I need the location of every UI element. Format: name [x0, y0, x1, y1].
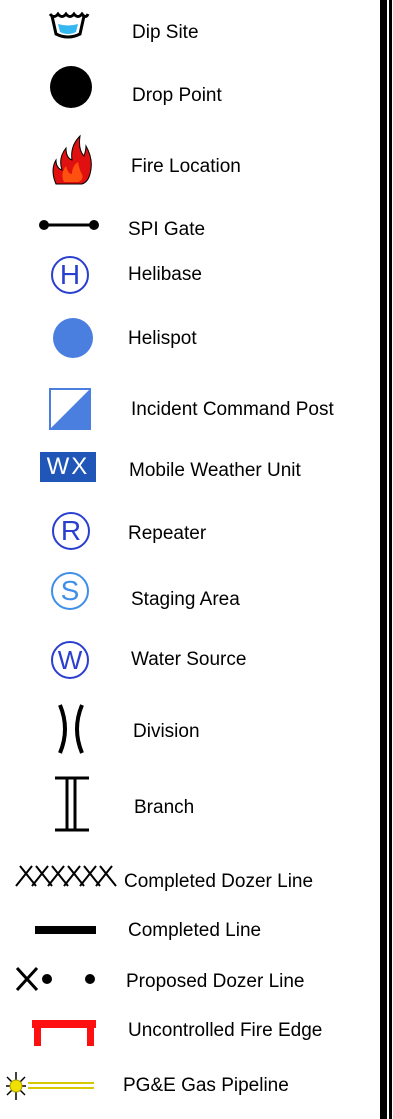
- legend-label: Water Source: [131, 649, 247, 670]
- legend-label: Mobile Weather Unit: [129, 460, 301, 481]
- legend-label: SPI Gate: [128, 219, 206, 240]
- legend-label: Proposed Dozer Line: [126, 971, 305, 992]
- blue-dot-icon: [53, 318, 93, 358]
- legend-item-mobile-weather-unit: WX Mobile Weather Unit: [0, 452, 378, 502]
- wx-badge-icon: WX: [40, 452, 96, 482]
- circled-s-icon: S: [51, 572, 89, 610]
- legend-label: Drop Point: [132, 85, 222, 106]
- legend-label: Staging Area: [131, 589, 240, 610]
- crosshatch-line-icon: [15, 865, 117, 887]
- legend-item-branch: Branch: [0, 776, 378, 832]
- frame-border-thin: [389, 0, 392, 1119]
- legend-item-division: Division: [0, 703, 378, 754]
- filled-circle-icon: [50, 66, 92, 108]
- frame-border-thick: [380, 0, 387, 1119]
- gas-pipeline-icon: [6, 1072, 94, 1100]
- legend-label: Uncontrolled Fire Edge: [128, 1020, 323, 1041]
- fire-edge-icon: [32, 1020, 96, 1046]
- legend-label: Completed Line: [128, 920, 262, 941]
- legend-label: Repeater: [128, 523, 207, 544]
- legend-label: Dip Site: [132, 22, 199, 43]
- command-post-icon: [49, 388, 91, 430]
- legend-item-completed-dozer-line: Completed Dozer Line: [0, 864, 378, 914]
- dip-site-icon: [48, 11, 90, 39]
- legend-item-fire-location: Fire Location: [0, 134, 378, 185]
- solid-line-icon: [35, 926, 96, 934]
- x-dot-line-icon: [15, 966, 95, 992]
- circled-w-icon: W: [51, 641, 89, 679]
- legend-label: Incident Command Post: [131, 399, 334, 420]
- circled-r-icon: R: [52, 512, 90, 550]
- legend-item-staging-area: S Staging Area: [0, 572, 378, 622]
- legend-item-uncontrolled-fire-edge: Uncontrolled Fire Edge: [0, 1018, 378, 1068]
- legend-item-helibase: H Helibase: [0, 254, 378, 304]
- legend-item-repeater: R Repeater: [0, 512, 378, 562]
- legend-item-completed-line: Completed Line: [0, 920, 378, 970]
- legend-label: Helispot: [128, 328, 197, 349]
- legend-label: Branch: [134, 797, 195, 818]
- gate-line-icon: [39, 220, 99, 230]
- legend-item-incident-command-post: Incident Command Post: [0, 388, 378, 438]
- branch-break-icon: [55, 776, 89, 832]
- legend-label: Fire Location: [131, 156, 241, 177]
- legend-label: Division: [133, 721, 200, 742]
- legend-item-drop-point: Drop Point: [0, 65, 378, 115]
- legend-item-helispot: Helispot: [0, 317, 378, 367]
- legend-item-proposed-dozer-line: Proposed Dozer Line: [0, 966, 378, 1016]
- legend-item-dip-site: Dip Site: [0, 8, 378, 58]
- division-break-icon: [58, 704, 84, 754]
- legend-label: PG&E Gas Pipeline: [123, 1075, 289, 1096]
- circled-h-icon: H: [51, 256, 89, 294]
- legend-item-pge-gas-pipeline: PG&E Gas Pipeline: [0, 1065, 378, 1115]
- legend-item-water-source: W Water Source: [0, 641, 378, 691]
- flame-icon: [52, 134, 92, 185]
- legend-label: Helibase: [128, 264, 202, 285]
- legend-label: Completed Dozer Line: [124, 871, 314, 892]
